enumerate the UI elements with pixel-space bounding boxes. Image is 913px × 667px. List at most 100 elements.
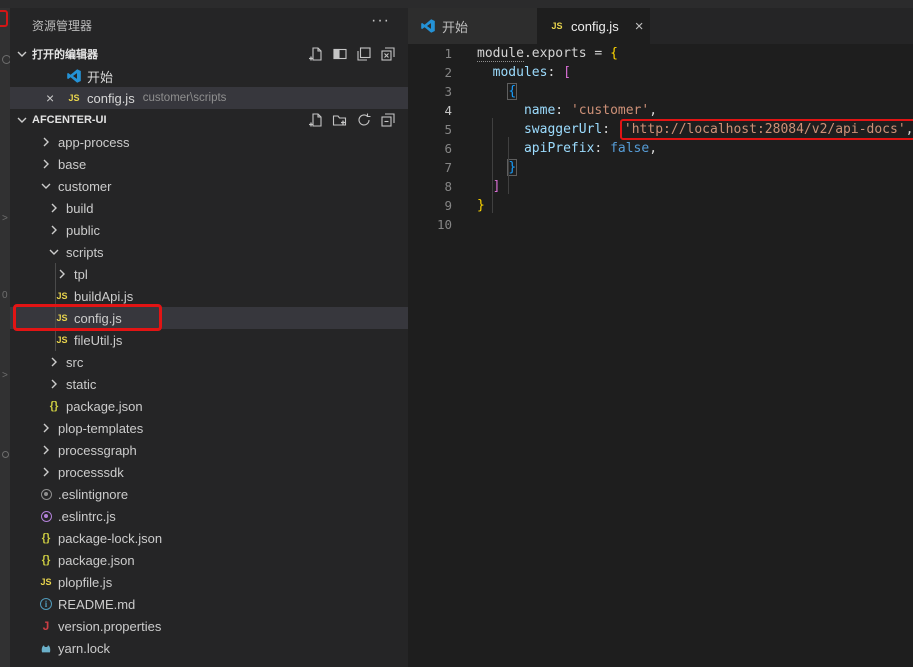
tree-item-app-process[interactable]: app-process: [10, 131, 408, 153]
tree-item-plop-templates[interactable]: plop-templates: [10, 417, 408, 439]
tree-item-plopfile.js[interactable]: JSplopfile.js: [10, 571, 408, 593]
tree-item-.eslintrc.js[interactable]: .eslintrc.js: [10, 505, 408, 527]
refresh-explorer-icon[interactable]: [356, 112, 372, 128]
chevron-right-icon: [38, 464, 54, 480]
chevron-right-icon: [38, 134, 54, 150]
explorer-icon-fragment: [0, 10, 8, 27]
tree-item-label: static: [66, 377, 96, 392]
tree-item-label: build: [66, 201, 93, 216]
tree-item-scripts[interactable]: scripts: [10, 241, 408, 263]
editor-tab-bar: 开始 JS config.js ×: [408, 8, 913, 44]
line-number: 4: [408, 101, 452, 120]
open-editors-header[interactable]: 打开的编辑器: [10, 43, 408, 65]
close-icon[interactable]: ×: [635, 18, 644, 35]
chevron-right-icon: [38, 156, 54, 172]
code-line-2[interactable]: 2 modules: [: [408, 63, 913, 82]
tree-item-package.json[interactable]: {}package.json: [10, 395, 408, 417]
code-line-8[interactable]: 8 ]: [408, 177, 913, 196]
open-editors-label: 打开的编辑器: [32, 46, 98, 62]
tree-item-README.md[interactable]: iREADME.md: [10, 593, 408, 615]
save-all-icon[interactable]: [356, 46, 372, 62]
tree-item-tpl[interactable]: tpl: [10, 263, 408, 285]
chevron-down-icon: [14, 46, 30, 62]
tab-label: config.js: [571, 19, 619, 34]
tree-item-label: customer: [58, 179, 111, 194]
new-folder-icon[interactable]: [332, 112, 348, 128]
tree-item-version.properties[interactable]: Jversion.properties: [10, 615, 408, 637]
code-line-9[interactable]: 9}: [408, 196, 913, 215]
folder-section-label: AFCENTER-UI: [32, 114, 107, 126]
close-all-editors-icon[interactable]: [380, 46, 396, 62]
tree-item-package.json[interactable]: {}package.json: [10, 549, 408, 571]
open-editor-开始[interactable]: 开始: [10, 65, 408, 87]
chevron-down-icon: [46, 244, 62, 260]
tree-item-public[interactable]: public: [10, 219, 408, 241]
line-content: }: [477, 158, 516, 177]
chevron-down-icon: [14, 112, 30, 128]
json-icon: {}: [38, 530, 54, 546]
js-icon: JS: [54, 310, 70, 326]
tree-item-static[interactable]: static: [10, 373, 408, 395]
code-line-6[interactable]: 6 apiPrefix: false,: [408, 139, 913, 158]
activity-bar-icon-fragment: >: [2, 213, 8, 224]
tree-indent-guide: [55, 263, 56, 351]
tab-开始[interactable]: 开始: [408, 8, 537, 44]
code-line-7[interactable]: 7 }: [408, 158, 913, 177]
js-icon: JS: [54, 332, 70, 348]
toggle-editor-layout-icon[interactable]: [332, 46, 348, 62]
tree-item-label: src: [66, 355, 83, 370]
tree-item-fileUtil.js[interactable]: JSfileUtil.js: [10, 329, 408, 351]
tree-item-label: yarn.lock: [58, 641, 110, 656]
tree-item-base[interactable]: base: [10, 153, 408, 175]
tree-item-label: .eslintignore: [58, 487, 128, 502]
line-content: modules: [: [477, 63, 571, 82]
tree-item-buildApi.js[interactable]: JSbuildApi.js: [10, 285, 408, 307]
tree-item-.eslintignore[interactable]: .eslintignore: [10, 483, 408, 505]
tree-item-label: app-process: [58, 135, 130, 150]
open-editor-description: customer\scripts: [143, 92, 227, 104]
tree-item-label: version.properties: [58, 619, 161, 634]
tree-item-label: package.json: [58, 553, 135, 568]
activity-bar[interactable]: > 0 >: [0, 8, 10, 667]
tree-item-src[interactable]: src: [10, 351, 408, 373]
line-number: 8: [408, 177, 452, 196]
tab-config.js[interactable]: JS config.js ×: [537, 8, 650, 44]
chevron-right-icon: [46, 354, 62, 370]
collapse-folders-icon[interactable]: [380, 112, 396, 128]
tree-item-yarn.lock[interactable]: yarn.lock: [10, 637, 408, 659]
code-line-3[interactable]: 3 {: [408, 82, 913, 101]
code-line-5[interactable]: 5 swaggerUrl: 'http://localhost:28084/v2…: [408, 120, 913, 139]
open-editor-label: 开始: [87, 67, 113, 86]
tree-item-label: package-lock.json: [58, 531, 162, 546]
explorer-title: 资源管理器: [32, 17, 92, 34]
tree-item-package-lock.json[interactable]: {} package-lock.json: [10, 527, 408, 549]
explorer-toolbar: [308, 112, 396, 128]
chevron-right-icon: [46, 222, 62, 238]
vscode-icon: [66, 68, 82, 84]
tree-item-label: README.md: [58, 597, 135, 612]
line-number: 9: [408, 196, 452, 215]
line-number: 7: [408, 158, 452, 177]
tree-item-processgraph[interactable]: processgraph: [10, 439, 408, 461]
new-untitled-file-icon[interactable]: [308, 46, 324, 62]
folder-section-header[interactable]: AFCENTER-UI: [10, 109, 408, 131]
code-line-1[interactable]: 1module.exports = {: [408, 44, 913, 63]
code-line-10[interactable]: 10: [408, 215, 913, 234]
activity-bar-icon-fragment: 0: [2, 290, 8, 301]
line-number: 2: [408, 63, 452, 82]
code-editor[interactable]: 1module.exports = {2 modules: [3 {4 name…: [408, 44, 913, 234]
tree-item-config.js[interactable]: JSconfig.js: [10, 307, 408, 329]
more-actions-icon[interactable]: ···: [371, 12, 390, 30]
tree-item-customer[interactable]: customer: [10, 175, 408, 197]
editor-group: 开始 JS config.js × 1module.exports = {2 modu…: [408, 8, 913, 667]
new-file-icon[interactable]: [308, 112, 324, 128]
tree-item-label: tpl: [74, 267, 88, 282]
open-editor-config.js[interactable]: ×JSconfig.jscustomer\scripts: [10, 87, 408, 109]
tree-item-processsdk[interactable]: processsdk: [10, 461, 408, 483]
line-number: 3: [408, 82, 452, 101]
code-line-4[interactable]: 4 name: 'customer',: [408, 101, 913, 120]
tree-item-build[interactable]: build: [10, 197, 408, 219]
tree-item-label: .eslintrc.js: [58, 509, 116, 524]
js-icon: JS: [549, 18, 565, 34]
close-icon[interactable]: ×: [46, 91, 66, 105]
